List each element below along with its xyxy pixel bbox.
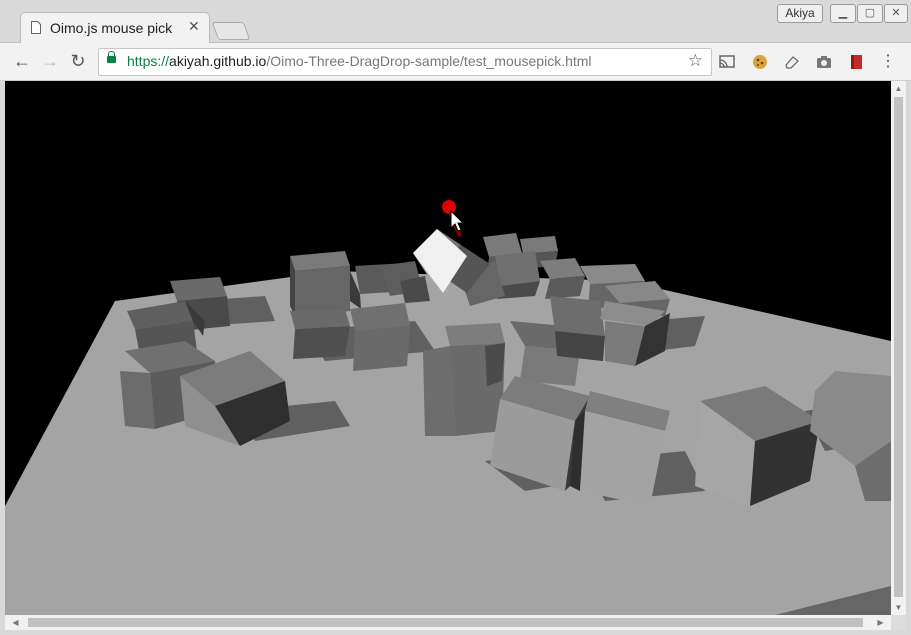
vertical-scroll-thumb[interactable] (894, 97, 903, 597)
window-border-right (906, 81, 911, 635)
tab-strip: Oimo.js mouse pick ✕ Akiya ▁ ▢ ✕ (0, 0, 911, 43)
lock-icon (107, 51, 116, 63)
page-icon (31, 21, 41, 34)
back-button[interactable]: ← (11, 50, 33, 72)
tab-active[interactable]: Oimo.js mouse pick ✕ (20, 12, 210, 43)
maximize-button[interactable]: ▢ (857, 4, 883, 23)
reload-button[interactable]: ↻ (67, 50, 89, 72)
book-icon[interactable] (847, 53, 865, 71)
bookmark-star-icon[interactable]: ☆ (688, 51, 703, 71)
menu-icon[interactable]: ⋮ (879, 53, 897, 71)
profile-button[interactable]: Akiya (777, 4, 823, 23)
scroll-corner (891, 615, 906, 630)
address-bar[interactable]: https://akiyah.github.io/Oimo-Three-Drag… (98, 48, 712, 76)
minimize-button[interactable]: ▁ (830, 4, 856, 23)
vertical-scrollbar[interactable]: ▲ ▼ (891, 81, 906, 615)
horizontal-scroll-thumb[interactable] (28, 618, 863, 627)
cookie-icon[interactable] (751, 53, 769, 71)
3d-scene[interactable] (5, 81, 891, 615)
window-border-bottom (0, 630, 911, 635)
url-scheme: https:// (127, 53, 170, 69)
webgl-canvas[interactable] (5, 81, 891, 615)
url-text: https://akiyah.github.io/Oimo-Three-Drag… (127, 53, 592, 69)
close-tab-icon[interactable]: ✕ (188, 18, 200, 35)
camera-icon[interactable] (815, 53, 833, 71)
new-tab-button[interactable] (211, 22, 251, 40)
tab-title: Oimo.js mouse pick (50, 20, 173, 36)
scroll-left-arrow-icon[interactable]: ◀ (8, 615, 23, 630)
url-path: /Oimo-Three-DragDrop-sample/test_mousepi… (266, 53, 592, 69)
cube[interactable] (550, 296, 605, 361)
close-window-button[interactable]: ✕ (884, 4, 908, 23)
cube[interactable] (290, 309, 350, 359)
forward-button[interactable]: → (39, 50, 61, 72)
scroll-down-arrow-icon[interactable]: ▼ (891, 600, 906, 615)
cube[interactable] (290, 251, 350, 316)
scroll-up-arrow-icon[interactable]: ▲ (891, 81, 906, 96)
cube[interactable] (350, 303, 410, 371)
toolbar: ← → ↻ https://akiyah.github.io/Oimo-Thre… (0, 43, 911, 81)
scroll-right-arrow-icon[interactable]: ▶ (873, 615, 888, 630)
horizontal-scrollbar[interactable]: ◀ ▶ (5, 615, 891, 630)
url-host: akiyah.github.io (169, 53, 267, 69)
eraser-icon[interactable] (783, 53, 801, 71)
cast-icon[interactable] (718, 53, 736, 71)
